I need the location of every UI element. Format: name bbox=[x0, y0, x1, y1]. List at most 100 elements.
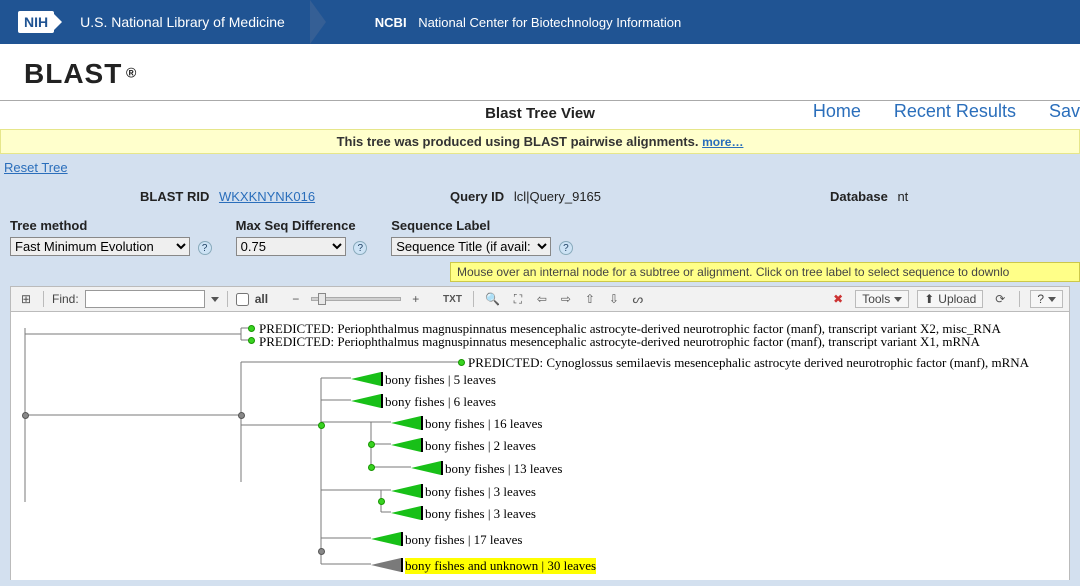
find-dropdown-icon[interactable] bbox=[211, 297, 219, 302]
internal-node[interactable] bbox=[238, 412, 245, 419]
query-id-label: Query ID bbox=[450, 189, 504, 204]
internal-node[interactable] bbox=[368, 441, 375, 448]
leaf-label[interactable]: PREDICTED: Periophthalmus magnuspinnatus… bbox=[259, 334, 980, 350]
top-nav: NIH U.S. National Library of Medicine NC… bbox=[0, 0, 1080, 44]
clade-bar bbox=[381, 372, 383, 386]
reset-tree-link[interactable]: Reset Tree bbox=[0, 154, 68, 175]
collapsed-clade-icon[interactable] bbox=[351, 394, 381, 408]
separator bbox=[227, 291, 228, 307]
info-bar-more-link[interactable]: more… bbox=[702, 135, 743, 149]
collapsed-clade-icon[interactable] bbox=[371, 532, 401, 546]
recent-results-link[interactable]: Recent Results bbox=[894, 101, 1016, 121]
zoom-slider[interactable] bbox=[311, 297, 401, 301]
internal-node[interactable] bbox=[378, 498, 385, 505]
save-link[interactable]: Sav bbox=[1049, 101, 1080, 121]
collapsed-clade-icon[interactable] bbox=[391, 506, 421, 520]
help-icon[interactable]: ? bbox=[353, 241, 367, 255]
caret-down-icon bbox=[894, 297, 902, 302]
arrow-left-icon[interactable]: ⇦ bbox=[533, 290, 551, 308]
leaf-node[interactable] bbox=[248, 325, 255, 332]
search-icon[interactable]: 🔍 bbox=[482, 290, 503, 308]
find-label: Find: bbox=[52, 292, 79, 306]
grid-icon[interactable]: ⊞ bbox=[17, 290, 35, 308]
tools-dropdown[interactable]: Tools bbox=[855, 290, 909, 308]
collapsed-clade-icon[interactable] bbox=[391, 484, 421, 498]
clade-bar bbox=[421, 416, 423, 430]
sequence-label-control: Sequence Label Sequence Title (if avail:… bbox=[391, 218, 573, 256]
help-icon[interactable]: ? bbox=[198, 241, 212, 255]
collapsed-clade-label[interactable]: bony fishes | 3 leaves bbox=[425, 506, 536, 522]
clade-bar bbox=[381, 394, 383, 408]
internal-node[interactable] bbox=[22, 412, 29, 419]
leaf-node[interactable] bbox=[248, 337, 255, 344]
nlm-label[interactable]: U.S. National Library of Medicine bbox=[80, 14, 285, 30]
fullscreen-icon[interactable]: ⛶ bbox=[509, 290, 527, 308]
nih-arrow-icon bbox=[52, 12, 62, 32]
zoom-in-button[interactable]: + bbox=[407, 290, 425, 308]
collapsed-clade-label[interactable]: bony fishes | 16 leaves bbox=[425, 416, 542, 432]
collapsed-clade-label[interactable]: bony fishes | 2 leaves bbox=[425, 438, 536, 454]
collapsed-clade-label[interactable]: bony fishes | 13 leaves bbox=[445, 461, 562, 477]
collapsed-clade-label[interactable]: bony fishes | 6 leaves bbox=[385, 394, 496, 410]
rid-link[interactable]: WKXKNYNK016 bbox=[219, 189, 315, 204]
info-bar-text: This tree was produced using BLAST pairw… bbox=[337, 134, 699, 149]
tree-method-select[interactable]: Fast Minimum Evolution bbox=[10, 237, 190, 256]
meta-row: BLAST RID WKXKNYNK016 Query ID lcl|Query… bbox=[0, 175, 1080, 212]
clade-bar bbox=[401, 532, 403, 546]
tools-x-icon[interactable]: ✖ bbox=[829, 290, 847, 308]
registered-mark: ® bbox=[126, 65, 136, 81]
home-link[interactable]: Home bbox=[813, 101, 861, 121]
tree-method-control: Tree method Fast Minimum Evolution ? bbox=[10, 218, 212, 256]
top-right-links: Home Recent Results Sav bbox=[785, 101, 1080, 122]
nav-chevron-icon bbox=[310, 0, 326, 44]
help-icon[interactable]: ? bbox=[559, 241, 573, 255]
collapsed-clade-icon[interactable] bbox=[391, 416, 421, 430]
collapsed-clade-icon[interactable] bbox=[411, 461, 441, 475]
arrow-down-icon[interactable]: ⇩ bbox=[605, 290, 623, 308]
caret-down-icon bbox=[1048, 297, 1056, 302]
all-checkbox[interactable] bbox=[236, 293, 249, 306]
tree-method-label: Tree method bbox=[10, 218, 212, 233]
arrow-right-icon[interactable]: ⇨ bbox=[557, 290, 575, 308]
upload-button[interactable]: ⬆ Upload bbox=[917, 290, 983, 308]
blast-logo: BLAST ® bbox=[0, 44, 1080, 100]
clade-bar bbox=[421, 438, 423, 452]
max-seq-label: Max Seq Difference bbox=[236, 218, 368, 233]
ncbi-label[interactable]: NCBI National Center for Biotechnology I… bbox=[375, 15, 681, 30]
tree-canvas[interactable]: PREDICTED: Periophthalmus magnuspinnatus… bbox=[10, 312, 1070, 580]
max-seq-select[interactable]: 0.75 bbox=[236, 237, 346, 256]
blast-title-text: BLAST bbox=[24, 58, 122, 89]
info-bar: This tree was produced using BLAST pairw… bbox=[0, 129, 1080, 154]
internal-node[interactable] bbox=[368, 464, 375, 471]
leaf-label[interactable]: PREDICTED: Cynoglossus semilaevis mesenc… bbox=[468, 355, 1029, 371]
refresh-icon[interactable]: ⟳ bbox=[991, 290, 1009, 308]
branch-icon[interactable]: ᔕ bbox=[629, 290, 647, 308]
tree-toolbar: ⊞ Find: all − + TXT 🔍 ⛶ ⇦ ⇨ ⇧ ⇩ ᔕ ✖ Tool… bbox=[10, 286, 1070, 312]
internal-node[interactable] bbox=[318, 422, 325, 429]
ncbi-long: National Center for Biotechnology Inform… bbox=[418, 15, 681, 30]
txt-button[interactable]: TXT bbox=[440, 290, 465, 308]
ncbi-short: NCBI bbox=[375, 15, 407, 30]
clade-bar bbox=[441, 461, 443, 475]
sequence-label-select[interactable]: Sequence Title (if avail: bbox=[391, 237, 551, 256]
arrow-up-icon[interactable]: ⇧ bbox=[581, 290, 599, 308]
collapsed-clade-icon[interactable] bbox=[351, 372, 381, 386]
zoom-out-button[interactable]: − bbox=[287, 290, 305, 308]
rid-label: BLAST RID bbox=[140, 189, 209, 204]
collapsed-clade-icon[interactable] bbox=[371, 558, 401, 572]
nih-badge: NIH bbox=[18, 11, 54, 33]
separator bbox=[473, 291, 474, 307]
collapsed-clade-icon[interactable] bbox=[391, 438, 421, 452]
collapsed-clade-label[interactable]: bony fishes | 5 leaves bbox=[385, 372, 496, 388]
internal-node[interactable] bbox=[318, 548, 325, 555]
slider-thumb-icon[interactable] bbox=[318, 293, 326, 305]
parameters-panel: Reset Tree BLAST RID WKXKNYNK016 Query I… bbox=[0, 154, 1080, 586]
collapsed-clade-label[interactable]: bony fishes | 3 leaves bbox=[425, 484, 536, 500]
find-input[interactable] bbox=[85, 290, 205, 308]
leaf-node[interactable] bbox=[458, 359, 465, 366]
database-label: Database bbox=[830, 189, 888, 204]
collapsed-clade-label[interactable]: bony fishes | 17 leaves bbox=[405, 532, 522, 548]
separator bbox=[1019, 291, 1020, 307]
help-dropdown[interactable]: ? bbox=[1030, 290, 1063, 308]
clade-bar bbox=[421, 484, 423, 498]
